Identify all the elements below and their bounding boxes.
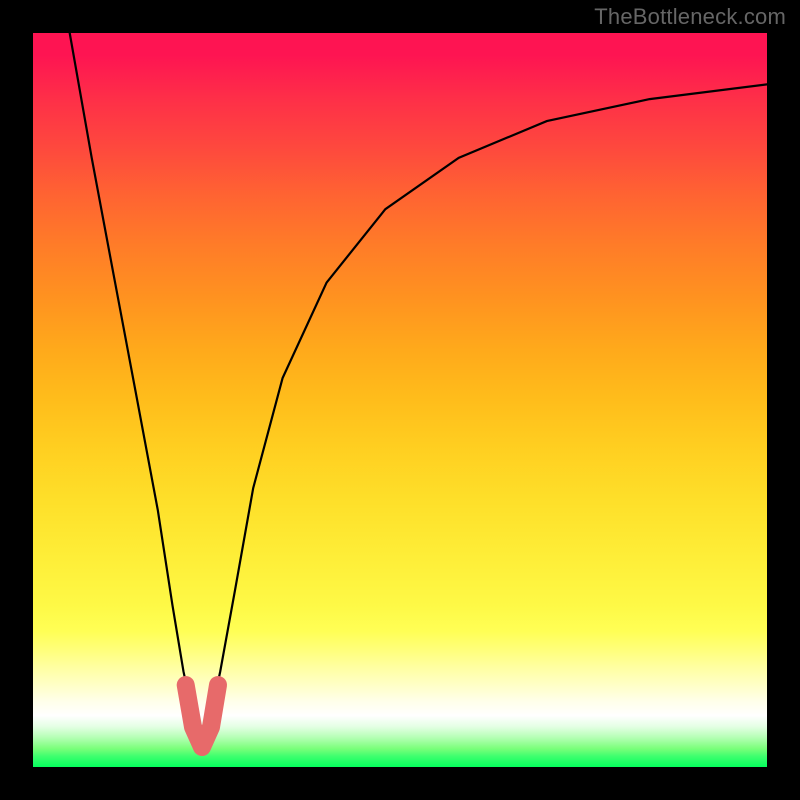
watermark-text: TheBottleneck.com [594,4,786,30]
bottleneck-curve-svg [33,33,767,767]
trough-highlight [186,685,218,747]
bottleneck-curve-path [70,33,767,745]
chart-plot-area [33,33,767,767]
